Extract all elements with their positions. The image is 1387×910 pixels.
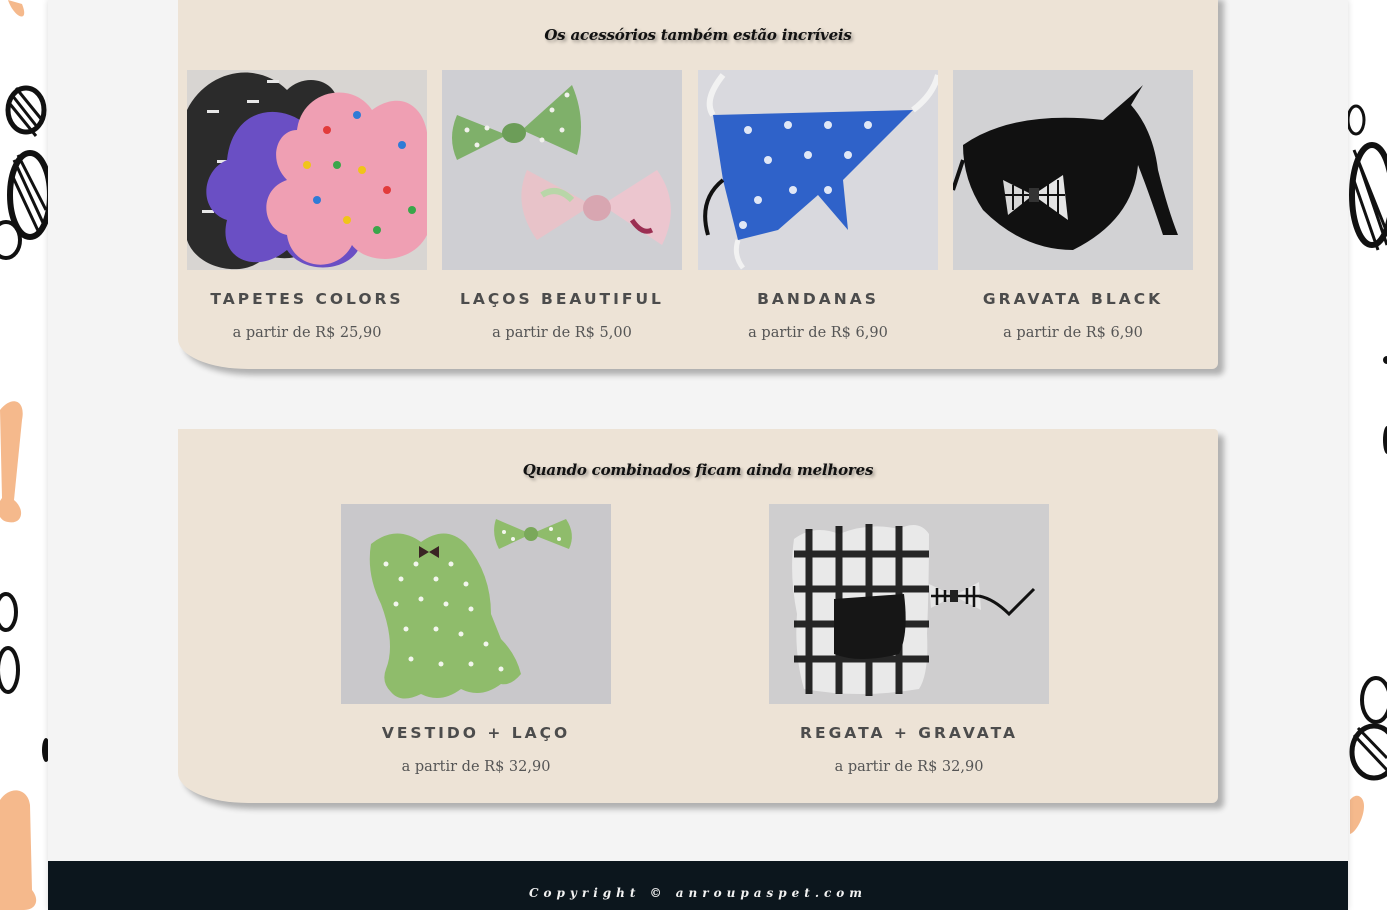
product-price: a partir de R$ 32,90 [834,759,984,775]
product-name[interactable]: REGATA + GRAVATA [769,724,1049,742]
left-decorative-background [0,0,48,910]
accessories-section: Os acessórios também estão incríveis TAP… [178,0,1218,369]
product-price: a partir de R$ 6,90 [1003,325,1143,341]
colorful-paw-shaped-mats-photo[interactable] [187,70,427,270]
product-name[interactable]: TAPETES COLORS [187,290,427,308]
plaid-shirt-with-bow-tie-photo[interactable] [769,504,1049,704]
site-footer: Copyright © anroupaspet.com [48,861,1348,910]
combos-section-title: Quando combinados ficam ainda melhores [522,461,874,479]
right-decorative-background [1348,0,1387,910]
product-card-tapetes[interactable]: TAPETES COLORS a partir de R$ 25,90 [187,70,427,341]
paw-bone-pattern [1348,104,1387,834]
combos-section: Quando combinados ficam ainda melhores V… [178,429,1218,803]
product-card-bandanas[interactable]: BANDANAS a partir de R$ 6,90 [698,70,938,341]
product-name[interactable]: BANDANAS [698,290,938,308]
green-polka-dot-dress-with-bow-photo[interactable] [341,504,611,704]
product-price: a partir de R$ 6,90 [748,325,888,341]
blue-bandana-photo[interactable] [698,70,938,270]
product-card-gravata[interactable]: GRAVATA BLACK a partir de R$ 6,90 [953,70,1193,341]
product-name[interactable]: VESTIDO + LAÇO [341,724,611,742]
product-card-lacos[interactable]: LAÇOS BEAUTIFUL a partir de R$ 5,00 [442,70,682,341]
product-name[interactable]: GRAVATA BLACK [953,290,1193,308]
product-price: a partir de R$ 5,00 [492,325,632,341]
footer-copyright: Copyright © anroupaspet.com [528,886,868,900]
product-card-vestido-laco[interactable]: VESTIDO + LAÇO a partir de R$ 32,90 [341,504,611,775]
accessories-section-title: Os acessórios também estão incríveis [544,26,852,44]
main-content: Os acessórios também estão incríveis TAP… [48,0,1348,910]
product-price: a partir de R$ 32,90 [401,759,551,775]
product-price: a partir de R$ 25,90 [232,325,382,341]
product-name[interactable]: LAÇOS BEAUTIFUL [442,290,682,308]
dog-hair-bows-photo[interactable] [442,70,682,270]
product-card-regata-gravata[interactable]: REGATA + GRAVATA a partir de R$ 32,90 [769,504,1049,775]
paw-bone-pattern [0,0,48,910]
black-tie-collar-photo[interactable] [953,70,1193,270]
